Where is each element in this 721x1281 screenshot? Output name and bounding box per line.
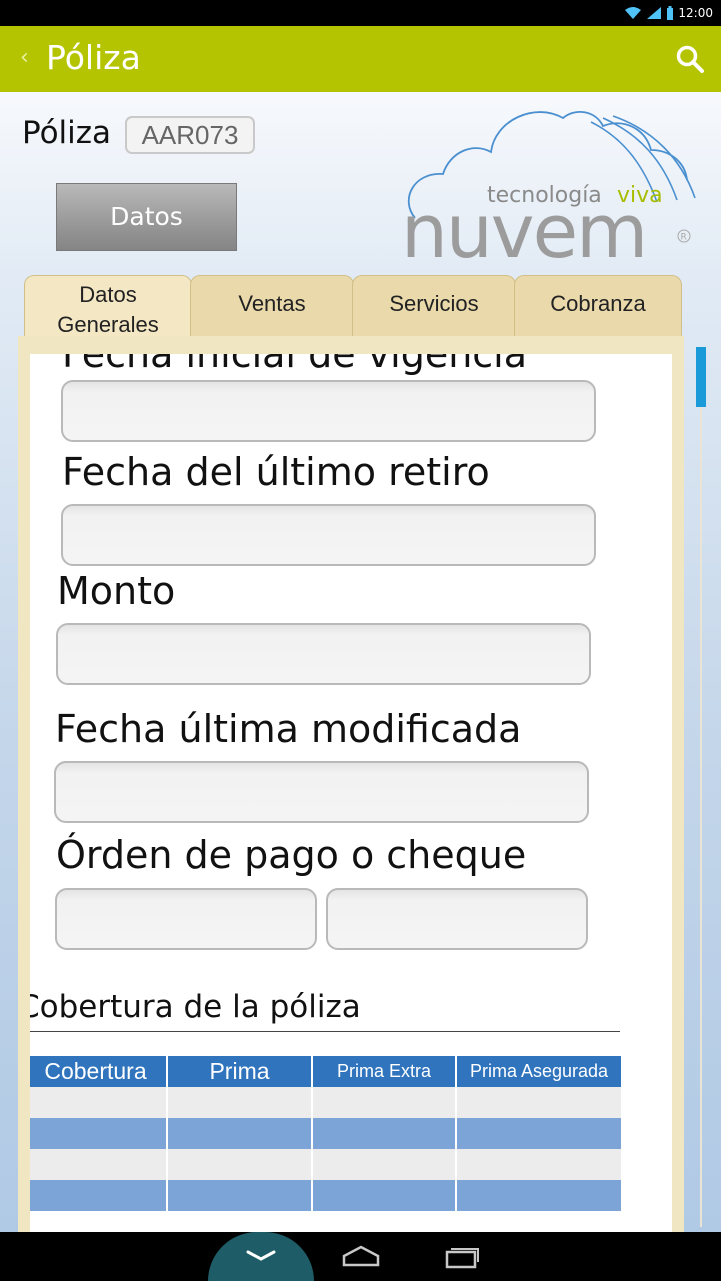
battery-icon bbox=[667, 5, 674, 20]
recents-icon[interactable] bbox=[443, 1243, 481, 1269]
fecha-ultima-modificada-label: Fecha última modificada bbox=[55, 707, 522, 751]
column-header-prima-asegurada: Prima Asegurada bbox=[456, 1056, 623, 1087]
table-row[interactable] bbox=[30, 1118, 623, 1149]
table-cell bbox=[30, 1149, 168, 1180]
home-icon[interactable] bbox=[341, 1244, 381, 1268]
status-time: 12:00 bbox=[678, 6, 713, 20]
table-row[interactable] bbox=[30, 1180, 623, 1211]
table-cell bbox=[312, 1118, 457, 1149]
scroll-track bbox=[700, 407, 702, 1227]
column-header-cobertura: Cobertura bbox=[30, 1056, 168, 1087]
table-cell bbox=[312, 1149, 457, 1180]
table-row[interactable] bbox=[30, 1149, 623, 1180]
tab-label: Servicios bbox=[389, 291, 479, 316]
tab-label-line1: Datos bbox=[79, 282, 137, 307]
fecha-ultimo-retiro-label: Fecha del último retiro bbox=[62, 450, 490, 494]
app-title: Póliza bbox=[46, 38, 141, 77]
wifi-icon bbox=[625, 7, 642, 19]
tab-label: Ventas bbox=[238, 291, 306, 316]
table-cell bbox=[30, 1180, 168, 1211]
table-header-row: Cobertura Prima Prima Extra Prima Asegur… bbox=[30, 1056, 623, 1087]
table-cell bbox=[167, 1087, 313, 1118]
poliza-label: Póliza bbox=[22, 115, 112, 151]
cobertura-section-title: Cobertura de la póliza bbox=[30, 989, 361, 1025]
status-bar: 12:00 bbox=[0, 0, 721, 26]
table-cell bbox=[30, 1118, 168, 1149]
fecha-inicial-field[interactable] bbox=[61, 380, 596, 442]
status-icons: 12:00 bbox=[624, 3, 713, 23]
section-divider bbox=[30, 1031, 620, 1032]
coverage-table: Cobertura Prima Prima Extra Prima Asegur… bbox=[30, 1056, 623, 1211]
datos-button[interactable]: Datos bbox=[56, 183, 237, 251]
table-cell bbox=[312, 1087, 457, 1118]
search-icon[interactable] bbox=[675, 44, 705, 74]
tab-bar: Datos Generales Ventas Servicios Cobranz… bbox=[20, 275, 684, 339]
table-cell bbox=[312, 1180, 457, 1211]
orden-pago-label: Órden de pago o cheque bbox=[56, 833, 527, 877]
poliza-code-field[interactable]: AAR073 bbox=[125, 116, 255, 154]
tab-label: Cobranza bbox=[550, 291, 646, 316]
fecha-ultimo-retiro-field[interactable] bbox=[61, 504, 596, 566]
monto-field[interactable] bbox=[56, 623, 591, 685]
table-cell bbox=[167, 1118, 313, 1149]
monto-label: Monto bbox=[57, 569, 176, 613]
table-cell bbox=[456, 1180, 623, 1211]
tab-servicios[interactable]: Servicios bbox=[352, 275, 516, 339]
orden-pago-field[interactable] bbox=[55, 888, 317, 950]
datos-generales-panel[interactable]: Fecha inicial de vigencia Fecha del últi… bbox=[30, 354, 672, 1232]
logo-registered: R bbox=[681, 233, 687, 243]
signal-icon bbox=[647, 7, 662, 19]
chevron-down-icon[interactable] bbox=[244, 1248, 278, 1264]
table-cell bbox=[167, 1149, 313, 1180]
cheque-field[interactable] bbox=[326, 888, 588, 950]
fecha-ultima-modificada-field[interactable] bbox=[54, 761, 589, 823]
tab-ventas[interactable]: Ventas bbox=[190, 275, 354, 339]
column-header-prima: Prima bbox=[167, 1056, 313, 1087]
table-cell bbox=[167, 1180, 313, 1211]
table-cell bbox=[30, 1087, 168, 1118]
column-header-prima-extra: Prima Extra bbox=[312, 1056, 457, 1087]
table-row[interactable] bbox=[30, 1087, 623, 1118]
table-cell bbox=[456, 1149, 623, 1180]
nuvem-logo: tecnología viva nuvem R bbox=[401, 111, 696, 270]
table-cell bbox=[456, 1118, 623, 1149]
logo-brand: nuvem bbox=[401, 189, 646, 270]
table-cell bbox=[456, 1087, 623, 1118]
fecha-inicial-label: Fecha inicial de vigencia bbox=[62, 354, 528, 376]
chevron-left-icon[interactable]: ‹ bbox=[20, 45, 29, 70]
tab-cobranza[interactable]: Cobranza bbox=[514, 275, 682, 339]
tab-datos-generales[interactable]: Datos Generales bbox=[24, 275, 192, 339]
scrollbar-thumb[interactable] bbox=[696, 347, 706, 407]
app-bar: ‹ Póliza bbox=[0, 26, 721, 92]
